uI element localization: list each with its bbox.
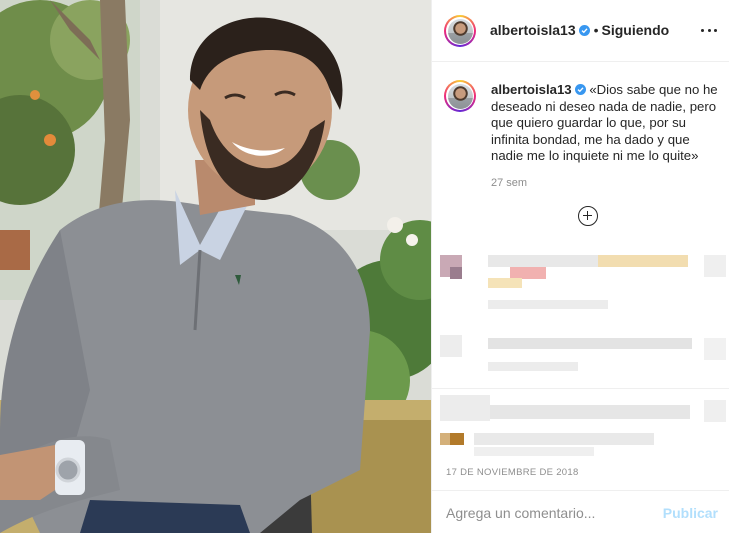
post-side-panel: albertoisla13 • Siguiendo albertoisla13 «D… [431, 0, 729, 533]
post-date[interactable]: 17 DE NOVIEMBRE DE 2018 [446, 467, 579, 478]
blurred-like [704, 400, 726, 422]
author-avatar-image [447, 18, 473, 44]
author-avatar[interactable] [444, 15, 476, 47]
blurred-meta [488, 362, 578, 371]
blurred-like [704, 255, 726, 277]
blurred-comment-text [474, 433, 654, 445]
blurred-avatar-detail [450, 433, 464, 445]
author-line: albertoisla13 • Siguiendo [490, 22, 669, 40]
author-username[interactable]: albertoisla13 [490, 22, 576, 38]
verified-badge-icon [578, 25, 590, 36]
blurred-meta [488, 300, 608, 309]
blurred-avatar [440, 335, 462, 357]
blurred-like [704, 338, 726, 360]
publish-button[interactable]: Publicar [663, 505, 718, 521]
blurred-avatar-detail [450, 267, 462, 279]
post-photo[interactable] [0, 0, 431, 533]
blurred-comment-text [440, 395, 490, 421]
header-separator: • [593, 22, 599, 38]
caption-avatar-image [447, 83, 473, 109]
caption-time-ago[interactable]: 27 sem [491, 177, 527, 189]
blurred-comment-color [598, 255, 688, 267]
plus-circle-icon[interactable] [578, 206, 598, 226]
more-options-icon[interactable] [701, 22, 717, 38]
post-photo-image [0, 0, 431, 533]
following-button[interactable]: Siguiendo [602, 22, 670, 38]
caption-username[interactable]: albertoisla13 [491, 82, 572, 97]
blurred-avatar-detail [440, 433, 450, 445]
author-avatar-frame [446, 17, 474, 45]
caption-verified-badge-icon [574, 84, 586, 95]
instagram-post: albertoisla13 • Siguiendo albertoisla13 «D… [0, 0, 729, 533]
caption-avatar-frame [446, 82, 474, 110]
caption-avatar[interactable] [444, 80, 476, 112]
blurred-comment-color [488, 278, 522, 288]
blurred-comments-lower [432, 395, 729, 465]
blurred-comments [432, 245, 729, 385]
caption-text-block: albertoisla13 «Dios sabe que no he desea… [491, 82, 723, 165]
blurred-meta [474, 447, 594, 456]
post-header: albertoisla13 • Siguiendo [432, 0, 729, 62]
blurred-comment-text [488, 338, 692, 349]
panel-divider [432, 388, 729, 389]
comment-bar: Publicar [432, 490, 729, 533]
comment-input[interactable] [446, 503, 656, 523]
blurred-comment-text [490, 405, 690, 419]
